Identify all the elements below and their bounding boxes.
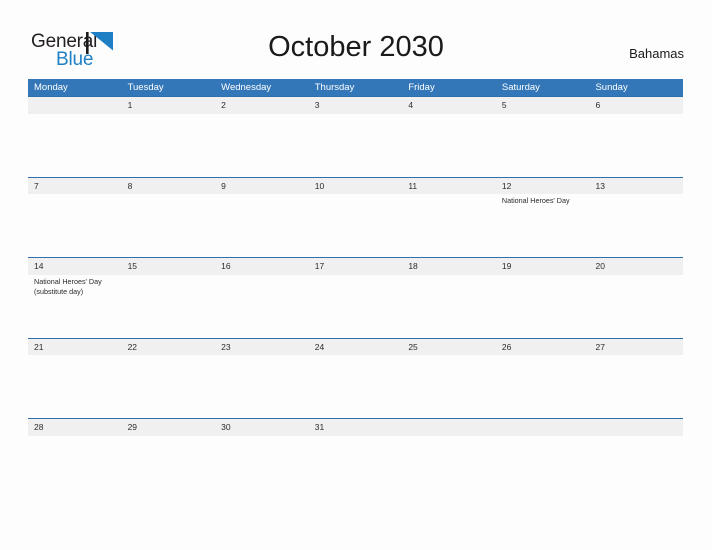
day-cell: [28, 194, 122, 257]
day-cell: [589, 275, 683, 338]
day-cell: [309, 114, 403, 177]
day-number-1[interactable]: 1: [122, 97, 216, 114]
day-cell: [122, 355, 216, 418]
day-cell: [309, 275, 403, 338]
day-number-band: 21 22 23 24 25 26 27: [28, 338, 683, 356]
weekday-header-monday: Monday: [34, 82, 68, 93]
calendar-week-row: 28 29 30 31: [28, 418, 683, 436]
day-number-18[interactable]: 18: [402, 258, 496, 275]
day-number-23[interactable]: 23: [215, 339, 309, 356]
day-number-6[interactable]: 6: [589, 97, 683, 114]
day-cell: [402, 355, 496, 418]
weekday-header-row: Monday Tuesday Wednesday Thursday Friday Satu…: [28, 79, 683, 96]
day-number-13[interactable]: 13: [589, 178, 683, 195]
holiday-event-label: National Heroes' Day: [501, 196, 570, 205]
day-cell: [215, 194, 309, 257]
day-cell: [589, 194, 683, 257]
day-number-band: 28 29 30 31: [28, 419, 683, 436]
page-title: October 2030: [268, 31, 444, 63]
calendar-week-row: 14 15 16 17 18 19 20 National Heroes' Day (subs…: [28, 257, 683, 338]
day-cell: [496, 355, 590, 418]
holiday-event-label: National Heroes' Day (substitute day): [34, 276, 102, 296]
day-cell: [309, 194, 403, 257]
day-number-26[interactable]: 26: [496, 339, 590, 356]
day-cell: [215, 114, 309, 177]
day-number-5[interactable]: 5: [496, 97, 590, 114]
day-cell: National Heroes' Day (substitute day): [28, 275, 122, 338]
day-number-15[interactable]: 15: [122, 258, 216, 275]
day-number-4[interactable]: 4: [402, 97, 496, 114]
day-cell: [402, 275, 496, 338]
calendar-week-row: 21 22 23 24 25 26 27: [28, 337, 683, 419]
day-number-11[interactable]: 11: [402, 178, 496, 195]
day-cell: [215, 275, 309, 338]
page-header: General Blue October 2030 Bahamas: [0, 0, 712, 76]
day-number-7[interactable]: 7: [28, 178, 122, 195]
day-number-20[interactable]: 20: [589, 258, 683, 275]
country-label: Bahamas: [629, 46, 684, 61]
day-number-band: 7 8 9 10 11 12 13: [28, 177, 683, 195]
day-cell: [589, 355, 683, 418]
day-cell: [402, 194, 496, 257]
day-cell: [589, 114, 683, 177]
day-number-27[interactable]: 27: [589, 339, 683, 356]
day-cell: [496, 275, 590, 338]
day-number-17[interactable]: 17: [309, 258, 403, 275]
day-number-10[interactable]: 10: [309, 178, 403, 195]
day-number-22[interactable]: 22: [122, 339, 216, 356]
day-number-9[interactable]: 9: [215, 178, 309, 195]
day-cell: [402, 114, 496, 177]
day-number-band: 123456: [28, 97, 683, 114]
day-cell: National Heroes' Day: [496, 194, 590, 257]
calendar-week-row: 123456: [28, 96, 683, 177]
calendar-weeks: 1 2 3 4 5 6 7 8 9 10 11 12 13 National Heroes' Day 14 1…: [28, 96, 683, 436]
day-cell: [309, 355, 403, 418]
day-cell: [122, 194, 216, 257]
day-number-8[interactable]: 8: [122, 178, 216, 195]
weekday-header-sunday: Sunday: [595, 82, 628, 93]
day-number-14[interactable]: 14: [28, 258, 122, 275]
day-number-24[interactable]: 24: [309, 339, 403, 356]
day-number-empty: [402, 419, 496, 436]
day-number-28[interactable]: 28: [28, 419, 122, 436]
day-number-25[interactable]: 25: [402, 339, 496, 356]
day-number-3[interactable]: 3: [309, 97, 403, 114]
weekday-header-saturday: Saturday: [501, 82, 540, 93]
day-number-empty: [28, 97, 122, 114]
day-cell: [28, 114, 122, 177]
day-cell: [215, 355, 309, 418]
day-cell: [122, 114, 216, 177]
day-cell: [496, 114, 590, 177]
day-number-band: 14 15 16 17 18 19 20: [28, 258, 683, 275]
calendar-page: General Blue October 2030 Bahamas Monday…: [0, 0, 712, 550]
day-number-empty: [589, 419, 683, 436]
day-number-12[interactable]: 12: [496, 178, 590, 195]
calendar-week-row: 7 8 9 10 11 12 13 National Heroes' Day: [28, 176, 683, 258]
day-number-29[interactable]: 29: [122, 419, 216, 436]
day-cell: [122, 275, 216, 338]
day-number-16[interactable]: 16: [215, 258, 309, 275]
day-number-empty: [496, 419, 590, 436]
calendar-grid: Monday Tuesday Wednesday Thursday Friday Satu…: [28, 79, 683, 436]
day-number-31[interactable]: 31: [309, 419, 403, 436]
day-cell: [28, 355, 122, 418]
day-events-band: National Heroes' Day: [28, 194, 683, 257]
day-number-30[interactable]: 30: [215, 419, 309, 436]
day-events-band: [28, 114, 683, 177]
day-number-2[interactable]: 2: [215, 97, 309, 114]
weekday-header-tuesday: Tuesday: [127, 82, 164, 93]
day-events-band: [28, 355, 683, 418]
day-events-band: National Heroes' Day (substitute day): [28, 275, 683, 338]
weekday-header-thursday: Thursday: [314, 82, 355, 93]
weekday-header-friday: Friday: [408, 82, 435, 93]
day-number-21[interactable]: 21: [28, 339, 122, 356]
day-number-19[interactable]: 19: [496, 258, 590, 275]
weekday-header-wednesday: Wednesday: [221, 82, 272, 93]
